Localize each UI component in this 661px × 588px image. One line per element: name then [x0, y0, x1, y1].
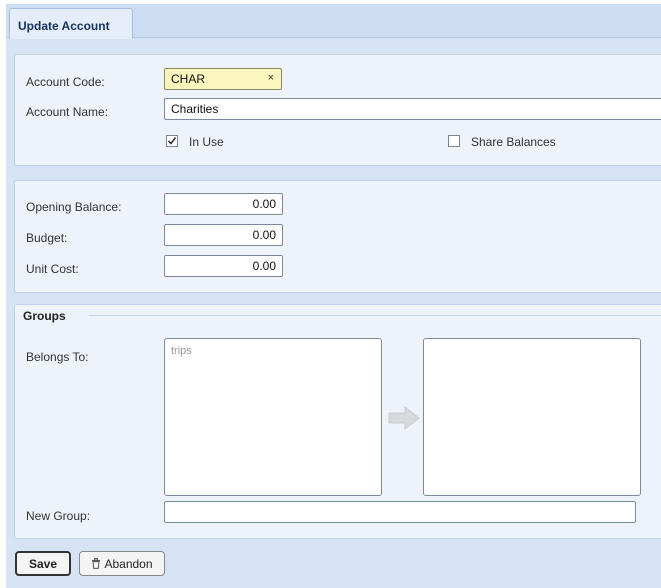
balances-panel: Opening Balance: 0.00 Budget: 0.00 Unit … [14, 180, 661, 293]
account-name-label: Account Name: [26, 105, 109, 119]
account-code-field[interactable]: CHAR × [164, 68, 282, 90]
account-details-panel: Account Code: CHAR × Account Name: Chari… [14, 54, 661, 166]
share-balances-checkbox[interactable] [448, 135, 460, 147]
abandon-label: Abandon [104, 557, 153, 571]
save-label: Save [28, 557, 58, 571]
trash-icon [91, 557, 101, 572]
update-account-window: Update Account Account Code: CHAR × Acco… [6, 4, 661, 588]
share-balances-label: Share Balances [471, 135, 556, 149]
arrow-right-icon[interactable] [387, 405, 421, 434]
new-group-label: New Group: [26, 509, 91, 523]
unit-cost-value: 0.00 [252, 259, 276, 273]
in-use-label: In Use [189, 135, 224, 149]
groups-divider [89, 315, 661, 316]
account-code-value: CHAR [171, 72, 206, 86]
budget-field[interactable]: 0.00 [164, 224, 283, 246]
groups-panel: Groups Belongs To: trips New Group: [14, 304, 661, 539]
tab-strip: Update Account [6, 4, 661, 39]
available-groups-list[interactable]: trips [164, 338, 382, 496]
in-use-checkbox[interactable] [166, 135, 178, 147]
opening-balance-value: 0.00 [252, 197, 276, 211]
list-item[interactable]: trips [171, 345, 192, 357]
account-name-field[interactable]: Charities [164, 98, 661, 120]
checkmark-icon [167, 137, 177, 149]
budget-label: Budget: [26, 231, 68, 245]
opening-balance-field[interactable]: 0.00 [164, 193, 283, 215]
belongs-to-label: Belongs To: [26, 350, 89, 364]
tab-update-account[interactable]: Update Account [9, 8, 133, 39]
groups-title: Groups [15, 305, 90, 325]
opening-balance-label: Opening Balance: [26, 200, 122, 214]
save-button[interactable]: Save [15, 551, 71, 576]
abandon-button[interactable]: Abandon [79, 551, 165, 576]
new-group-field[interactable] [164, 501, 636, 523]
clear-x-icon[interactable]: × [268, 72, 274, 84]
budget-value: 0.00 [252, 228, 276, 242]
account-code-label: Account Code: [26, 75, 105, 89]
account-name-value: Charities [171, 102, 219, 116]
unit-cost-label: Unit Cost: [26, 262, 79, 276]
unit-cost-field[interactable]: 0.00 [164, 255, 283, 277]
selected-groups-list[interactable] [423, 338, 641, 496]
